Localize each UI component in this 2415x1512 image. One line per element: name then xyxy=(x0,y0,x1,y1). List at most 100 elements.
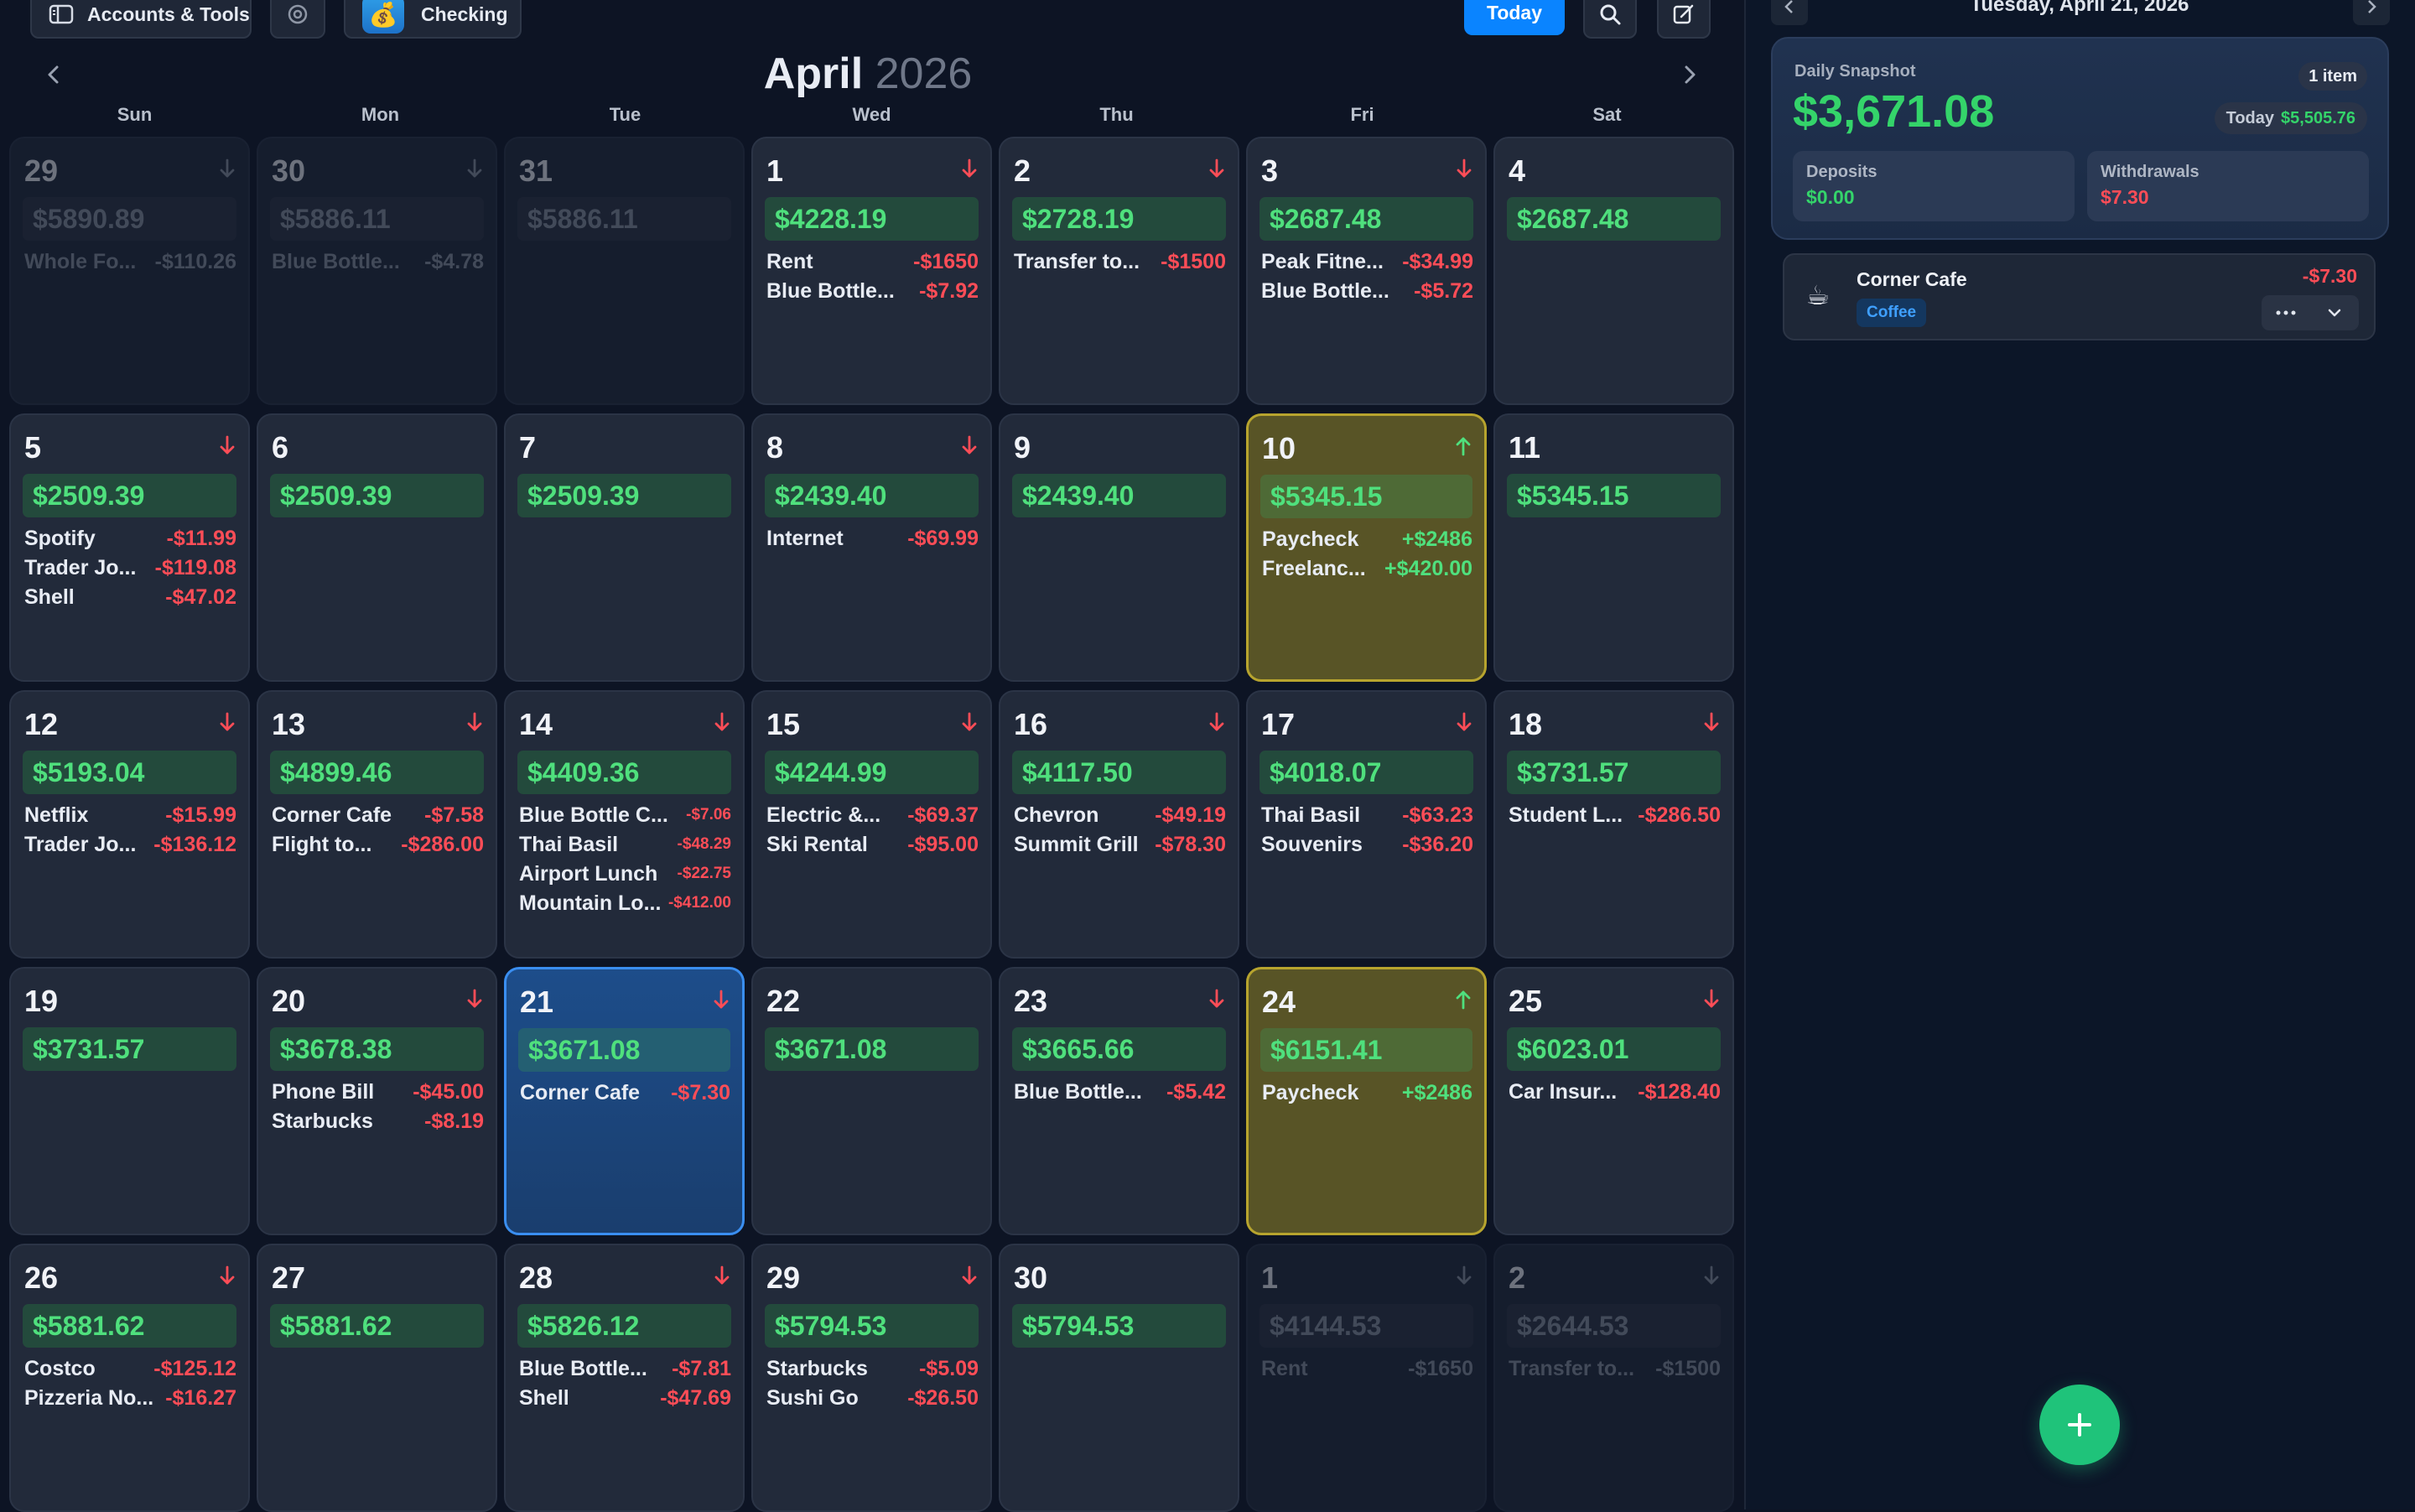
transaction-name: Car Insur... xyxy=(1509,1079,1618,1104)
day-cell[interactable]: 1 $4144.53 Rent -$1650 xyxy=(1246,1244,1487,1512)
day-cell[interactable]: 25 $6023.01 Car Insur... -$128.40 xyxy=(1493,967,1734,1235)
day-cell[interactable]: 30 $5886.11 Blue Bottle... -$4.78 xyxy=(257,137,497,405)
day-cell[interactable]: 22 $3671.08 xyxy=(751,967,992,1235)
transaction-row: Trader Jo... -$119.08 xyxy=(24,553,236,582)
day-cell[interactable]: 31 $5886.11 xyxy=(504,137,745,405)
day-cell[interactable]: 12 $5193.04 Netflix -$15.99 Trader Jo... -$13… xyxy=(9,690,250,959)
day-cell[interactable]: 14 $4409.36 Blue Bottle C... -$7.06 Thai Bas… xyxy=(504,690,745,959)
category-tag[interactable]: Coffee xyxy=(1857,299,1927,327)
transaction-amount: -$11.99 xyxy=(166,526,236,550)
transaction-row: Blue Bottle... -$5.42 xyxy=(1014,1078,1226,1106)
day-cell[interactable]: 13 $4899.46 Corner Cafe -$7.58 Flight to... -… xyxy=(257,690,497,959)
day-cell[interactable]: 10 $5345.15 Paycheck +$2486 Freelanc... +$420… xyxy=(1246,413,1487,682)
day-cell[interactable]: 11 $5345.15 xyxy=(1493,413,1734,682)
transaction-name: Shell xyxy=(519,1385,569,1410)
transaction-name: Souvenirs xyxy=(1261,832,1363,856)
day-cell[interactable]: 23 $3665.66 Blue Bottle... -$5.42 xyxy=(999,967,1239,1235)
day-cell[interactable]: 15 $4244.99 Electric &... -$69.37 Ski Rental… xyxy=(751,690,992,959)
day-cell[interactable]: 6 $2509.39 xyxy=(257,413,497,682)
day-cell[interactable]: 29 $5890.89 Whole Fo... -$110.26 xyxy=(9,137,250,405)
withdrawals-box: Withdrawals $7.30 xyxy=(2087,151,2369,221)
transaction-name: Flight to... xyxy=(272,832,372,856)
transaction-name: Summit Grill xyxy=(1014,832,1139,856)
day-number: 30 xyxy=(1014,1260,1048,1295)
day-cell[interactable]: 20 $3678.38 Phone Bill -$45.00 Starbucks -$8.… xyxy=(257,967,497,1235)
more-options-button[interactable] xyxy=(2262,295,2310,330)
transaction-row: Shell -$47.69 xyxy=(519,1384,731,1412)
add-transaction-button[interactable] xyxy=(2039,1385,2120,1465)
transaction-amount: -$125.12 xyxy=(153,1356,236,1380)
arrow-down-icon xyxy=(1702,1264,1721,1287)
weekday-header: Mon xyxy=(361,104,400,125)
transaction-row: Sushi Go -$26.50 xyxy=(766,1384,979,1412)
transaction-amount: -$22.75 xyxy=(677,865,731,882)
transaction-name: Mountain Lo... xyxy=(519,891,662,915)
day-cell[interactable]: 4 $2687.48 xyxy=(1493,137,1734,405)
day-cell[interactable]: 2 $2728.19 Transfer to... -$1500 xyxy=(999,137,1239,405)
day-balance: $4228.19 xyxy=(765,197,979,241)
transaction-row: Rent -$1650 xyxy=(766,247,979,276)
day-balance: $5794.53 xyxy=(1012,1304,1226,1348)
compose-button[interactable] xyxy=(1657,0,1711,39)
accounts-tools-button[interactable]: Accounts & Tools xyxy=(30,0,252,39)
item-count-badge: 1 item xyxy=(2298,62,2367,91)
transaction-amount: -$110.26 xyxy=(154,249,236,273)
today-button[interactable]: Today xyxy=(1464,0,1565,35)
transaction-amount: -$69.99 xyxy=(907,526,979,550)
transaction-row: Blue Bottle... -$5.72 xyxy=(1261,277,1473,305)
transaction-amount: -$26.50 xyxy=(907,1385,979,1410)
day-cell[interactable]: 2 $2644.53 Transfer to... -$1500 xyxy=(1493,1244,1734,1512)
day-cell[interactable]: 1 $4228.19 Rent -$1650 Blue Bottle... -$7.92 xyxy=(751,137,992,405)
settings-button[interactable] xyxy=(270,0,325,39)
day-cell[interactable]: 5 $2509.39 Spotify -$11.99 Trader Jo... -$119… xyxy=(9,413,250,682)
day-cell[interactable]: 17 $4018.07 Thai Basil -$63.23 Souvenirs -$36… xyxy=(1246,690,1487,959)
search-button[interactable] xyxy=(1583,0,1637,39)
transaction-row: Blue Bottle... -$7.81 xyxy=(519,1354,731,1383)
transaction-row: Paycheck +$2486 xyxy=(1262,1078,1472,1107)
day-cell[interactable]: 18 $3731.57 Student L... -$286.50 xyxy=(1493,690,1734,959)
next-day-button[interactable] xyxy=(2353,0,2390,25)
next-month-button[interactable] xyxy=(1673,58,1706,91)
arrow-up-icon xyxy=(1454,988,1472,1011)
transaction-amount: -$16.27 xyxy=(165,1385,236,1410)
day-cell[interactable]: 27 $5881.62 xyxy=(257,1244,497,1512)
day-cell[interactable]: 30 $5794.53 xyxy=(999,1244,1239,1512)
day-balance: $5890.89 xyxy=(23,197,236,241)
weekday-header: Sun xyxy=(117,104,153,125)
account-selector[interactable]: 💰 Checking xyxy=(344,0,522,39)
day-cell[interactable]: 8 $2439.40 Internet -$69.99 xyxy=(751,413,992,682)
day-balance: $4409.36 xyxy=(517,751,731,794)
previous-day-button[interactable] xyxy=(1771,0,1808,25)
transaction-name: Transfer to... xyxy=(1014,249,1140,273)
day-cell[interactable]: 19 $3731.57 xyxy=(9,967,250,1235)
day-cell[interactable]: 26 $5881.62 Costco -$125.12 Pizzeria No... -$… xyxy=(9,1244,250,1512)
day-cell[interactable]: 28 $5826.12 Blue Bottle... -$7.81 Shell -$47.… xyxy=(504,1244,745,1512)
day-cell[interactable]: 9 $2439.40 xyxy=(999,413,1239,682)
transaction-amount: -$36.20 xyxy=(1402,832,1473,856)
day-balance: $5881.62 xyxy=(23,1304,236,1348)
day-cell[interactable]: 16 $4117.50 Chevron -$49.19 Summit Grill -$78… xyxy=(999,690,1239,959)
transaction-row: Blue Bottle... -$4.78 xyxy=(272,247,484,276)
day-number: 4 xyxy=(1509,153,1526,188)
transaction-row: Starbucks -$8.19 xyxy=(272,1107,484,1135)
day-cell[interactable]: 21 $3671.08 Corner Cafe -$7.30 xyxy=(504,967,745,1235)
transaction-row: Summit Grill -$78.30 xyxy=(1014,830,1226,859)
weekday-header: Sat xyxy=(1592,104,1622,125)
transaction-row: Pizzeria No... -$16.27 xyxy=(24,1384,236,1412)
transaction-name: Blue Bottle... xyxy=(272,249,400,273)
day-cell[interactable]: 29 $5794.53 Starbucks -$5.09 Sushi Go -$26.50 xyxy=(751,1244,992,1512)
transaction-name: Costco xyxy=(24,1356,96,1380)
day-number: 21 xyxy=(520,985,554,1019)
day-cell[interactable]: 3 $2687.48 Peak Fitne... -$34.99 Blue Bottle… xyxy=(1246,137,1487,405)
transaction-amount: -$34.99 xyxy=(1402,249,1473,273)
transaction-name: Corner Cafe xyxy=(272,803,392,827)
day-cell[interactable]: 7 $2509.39 xyxy=(504,413,745,682)
transaction-card[interactable]: ☕ Corner Cafe Coffee -$7.30 xyxy=(1783,253,2376,340)
transaction-name: Blue Bottle... xyxy=(1261,278,1389,303)
money-bag-icon: 💰 xyxy=(362,0,404,34)
transaction-name: Sushi Go xyxy=(766,1385,859,1410)
transaction-row: Costco -$125.12 xyxy=(24,1354,236,1383)
expand-button[interactable] xyxy=(2310,295,2359,330)
day-cell[interactable]: 24 $6151.41 Paycheck +$2486 xyxy=(1246,967,1487,1235)
transaction-amount: -$47.69 xyxy=(660,1385,731,1410)
